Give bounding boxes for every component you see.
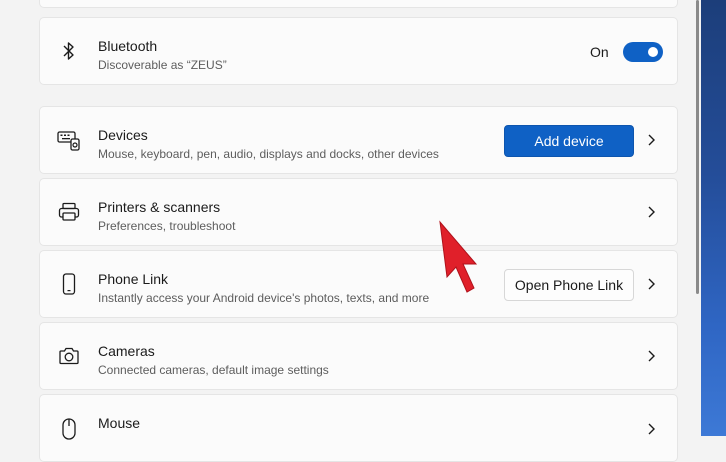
cameras-card[interactable]: Cameras Connected cameras, default image… [39, 322, 678, 390]
red-arrow-icon [436, 218, 480, 299]
mouse-title: Mouse [98, 415, 141, 431]
chevron-right-icon[interactable] [646, 277, 658, 291]
printers-card[interactable]: Printers & scanners Preferences, trouble… [39, 178, 678, 246]
chevron-right-icon[interactable] [646, 133, 658, 147]
open-phone-link-button[interactable]: Open Phone Link [504, 269, 634, 301]
devices-title: Devices [98, 127, 148, 143]
bluetooth-subtitle: Discoverable as “ZEUS” [98, 58, 227, 72]
toggle-knob [648, 47, 658, 57]
camera-icon [56, 343, 82, 369]
previous-card[interactable] [39, 0, 678, 8]
bluetooth-toggle-label: On [590, 44, 609, 60]
printer-icon [56, 199, 82, 225]
phone-link-card[interactable]: Phone Link Instantly access your Android… [39, 250, 678, 318]
mouse-icon [56, 416, 82, 442]
phone-link-subtitle: Instantly access your Android device's p… [98, 291, 430, 305]
printers-title: Printers & scanners [98, 199, 221, 215]
mouse-card[interactable]: Mouse [39, 394, 678, 462]
chevron-right-icon[interactable] [646, 349, 658, 363]
printers-subtitle: Preferences, troubleshoot [98, 219, 236, 233]
bluetooth-icon [56, 38, 82, 64]
cameras-title: Cameras [98, 343, 155, 359]
cameras-subtitle: Connected cameras, default image setting… [98, 363, 329, 377]
phone-link-title: Phone Link [98, 271, 169, 287]
devices-icon [56, 127, 82, 153]
scrollbar[interactable] [696, 0, 699, 294]
chevron-right-icon[interactable] [646, 422, 658, 436]
devices-subtitle: Mouse, keyboard, pen, audio, displays an… [98, 147, 439, 161]
phone-icon [56, 271, 82, 297]
devices-card[interactable]: Devices Mouse, keyboard, pen, audio, dis… [39, 106, 678, 174]
chevron-right-icon[interactable] [646, 205, 658, 219]
bluetooth-title: Bluetooth [98, 38, 158, 54]
bluetooth-card[interactable]: Bluetooth Discoverable as “ZEUS” On [39, 17, 678, 85]
bluetooth-toggle[interactable] [623, 42, 663, 62]
desktop-wallpaper-strip [701, 0, 726, 436]
add-device-button[interactable]: Add device [504, 125, 634, 157]
